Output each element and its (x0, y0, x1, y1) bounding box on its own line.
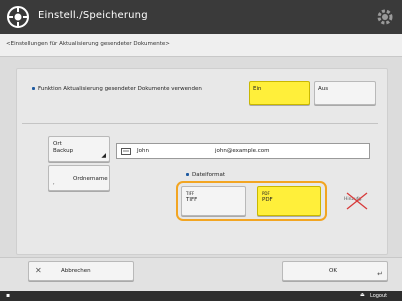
divider (22, 123, 378, 124)
gear-icon[interactable] (374, 6, 396, 28)
file-format-heading: Dateiformat (186, 172, 225, 179)
on-button[interactable]: Ein (249, 81, 310, 105)
status-bar: ▪ ⏏ Logout (0, 291, 402, 301)
status-indicator-icon: ▪ (6, 292, 11, 299)
address-book-icon (121, 148, 131, 155)
destination-button-label: Ort Backup (53, 141, 74, 154)
ok-label: OK (329, 268, 337, 274)
off-button-label: Aus (318, 86, 329, 92)
bullet-icon (186, 173, 189, 176)
tiff-button[interactable]: TIFF TIFF (181, 186, 246, 216)
logout-label[interactable]: Logout (370, 293, 387, 299)
page-title: Einstell./Speicherung (38, 10, 148, 21)
ok-button[interactable]: OK ↵ (282, 261, 388, 281)
title-bar: Einstell./Speicherung (0, 0, 402, 34)
folder-name-label: Ordnername (73, 176, 108, 182)
cancel-button[interactable]: ✕ Abbrechen (28, 261, 134, 281)
bullet-icon (32, 87, 35, 90)
settings-app-icon (7, 6, 29, 28)
breadcrumb: <Einstellungen für Aktualisierung gesend… (0, 34, 402, 57)
close-icon: ✕ (35, 266, 42, 275)
function-label: Funktion Aktualisierung gesendeter Dokum… (32, 86, 212, 93)
breadcrumb-text: <Einstellungen für Aktualisierung gesend… (6, 41, 170, 47)
destination-field[interactable]: John john@example.com (116, 143, 370, 159)
enter-arrow-icon: ↵ (377, 270, 383, 278)
cancel-label: Abbrechen (61, 268, 91, 274)
logout-icon[interactable]: ⏏ (360, 292, 365, 298)
pdf-label: PDF (262, 197, 273, 203)
folder-name-button[interactable]: Ordnername , (48, 165, 110, 191)
tiff-label: TIFF (186, 197, 198, 203)
off-button[interactable]: Aus (314, 81, 376, 105)
add-disabled-button[interactable]: Hinzufg. (338, 188, 376, 214)
corner-marker-icon: , (53, 180, 55, 186)
disabled-cross-icon (346, 192, 368, 210)
destination-button[interactable]: Ort Backup ◢ (48, 136, 110, 162)
pdf-tag: PDF (262, 191, 270, 196)
pdf-button[interactable]: PDF PDF (257, 186, 321, 216)
corner-arrow-icon: ◢ (101, 152, 106, 159)
on-button-label: Ein (253, 86, 262, 92)
destination-email: john@example.com (215, 148, 270, 154)
destination-name: John (137, 148, 149, 154)
tiff-tag: TIFF (186, 191, 195, 196)
